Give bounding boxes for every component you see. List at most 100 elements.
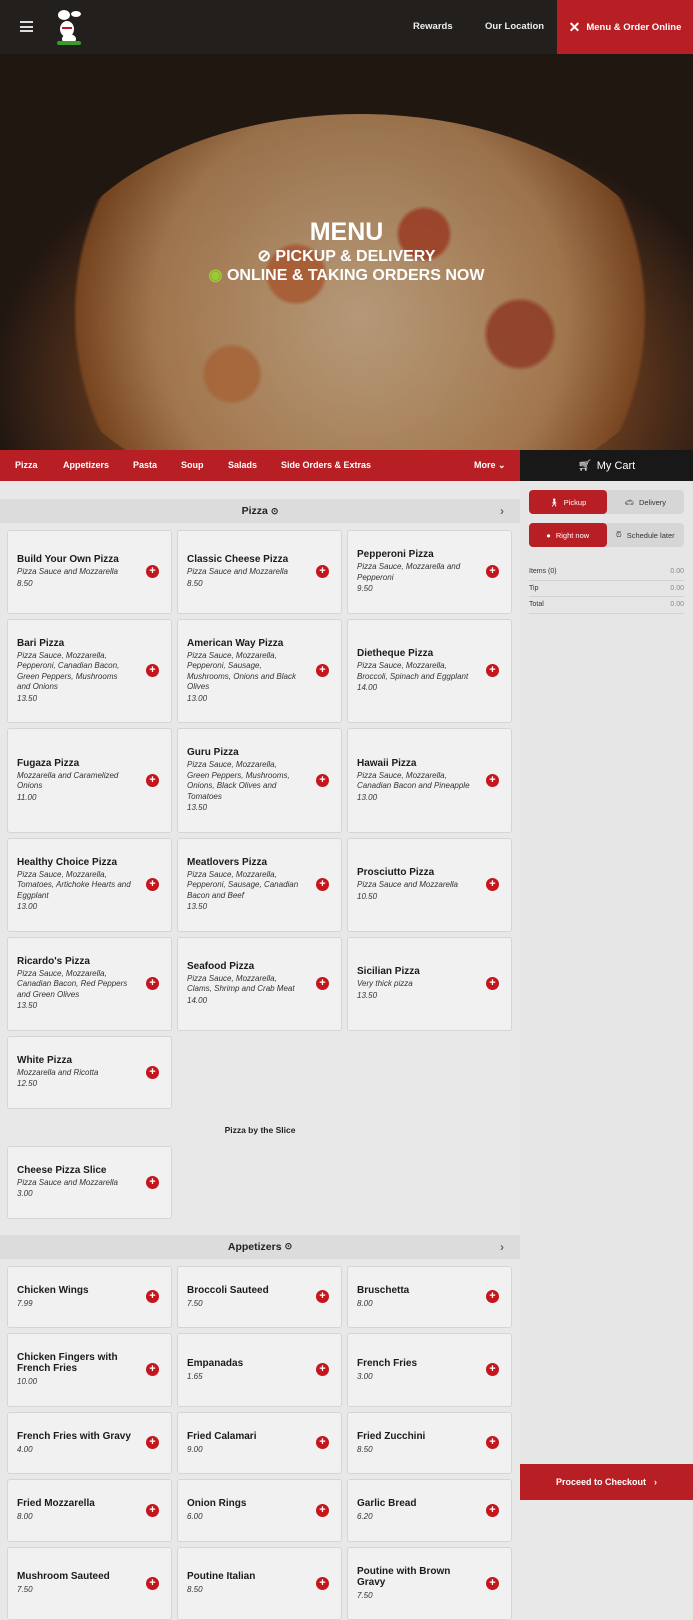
walking-icon: 🚶︎ [549, 498, 559, 507]
add-item-plus-icon[interactable]: + [146, 1290, 159, 1303]
menu-item-card[interactable]: Fugaza PizzaMozzarella and Caramelized O… [7, 728, 172, 833]
menu-item-card[interactable]: Cheese Pizza SlicePizza Sauce and Mozzar… [7, 1146, 172, 1219]
item-name: Fried Calamari [187, 1431, 301, 1442]
category-appetizers[interactable]: Appetizers [63, 460, 109, 470]
delivery-option[interactable]: 🚗︎Delivery [607, 490, 685, 514]
add-item-plus-icon[interactable]: + [316, 565, 329, 578]
add-item-plus-icon[interactable]: + [316, 664, 329, 677]
category-pasta[interactable]: Pasta [133, 460, 157, 470]
add-item-plus-icon[interactable]: + [316, 1363, 329, 1376]
menu-item-card[interactable]: Chicken Wings7.99+ [7, 1266, 172, 1329]
item-grid: Chicken Wings7.99+Broccoli Sauteed7.50+B… [0, 1259, 520, 1620]
nav-our-location[interactable]: Our Location [485, 21, 544, 32]
menu-item-card[interactable]: Healthy Choice PizzaPizza Sauce, Mozzare… [7, 838, 172, 932]
pickup-option[interactable]: 🚶︎Pickup [529, 490, 607, 514]
add-item-plus-icon[interactable]: + [146, 774, 159, 787]
item-description: Mozzarella and Caramelized Onions [17, 771, 131, 792]
add-item-plus-icon[interactable]: + [316, 1436, 329, 1449]
menu-item-card[interactable]: Fried Zucchini8.50+ [347, 1412, 512, 1475]
schedule-later-option[interactable]: ⏰︎Schedule later [607, 523, 685, 547]
add-item-plus-icon[interactable]: + [146, 1436, 159, 1449]
item-price: 1.65 [187, 1372, 301, 1383]
menu-item-card[interactable]: Build Your Own PizzaPizza Sauce and Mozz… [7, 530, 172, 614]
nav-rewards[interactable]: Rewards [413, 21, 453, 32]
menu-order-online-button[interactable]: ✕ Menu & Order Online [557, 0, 693, 54]
add-item-plus-icon[interactable]: + [486, 1504, 499, 1517]
menu-item-card[interactable]: Bari PizzaPizza Sauce, Mozzarella, Peppe… [7, 619, 172, 724]
add-item-plus-icon[interactable]: + [486, 878, 499, 891]
menu-item-card[interactable]: Chicken Fingers with French Fries10.00+ [7, 1333, 172, 1407]
add-item-plus-icon[interactable]: + [486, 1577, 499, 1590]
category-more[interactable]: More ⌄ [474, 460, 506, 471]
section-header[interactable]: Pizza⊙› [0, 499, 520, 523]
right-now-option[interactable]: ●Right now [529, 523, 607, 547]
item-price: 3.00 [357, 1372, 471, 1383]
add-item-plus-icon[interactable]: + [146, 1504, 159, 1517]
menu-item-card[interactable]: Meatlovers PizzaPizza Sauce, Mozzarella,… [177, 838, 342, 932]
menu-item-card[interactable]: Seafood PizzaPizza Sauce, Mozzarella, Cl… [177, 937, 342, 1031]
item-description: Pizza Sauce, Mozzarella, Pepperoni, Saus… [187, 651, 301, 693]
add-item-plus-icon[interactable]: + [146, 664, 159, 677]
hamburger-menu-icon[interactable] [20, 21, 33, 32]
item-name: French Fries with Gravy [17, 1431, 131, 1442]
menu-item-card[interactable]: Pepperoni PizzaPizza Sauce, Mozzarella a… [347, 530, 512, 614]
add-item-plus-icon[interactable]: + [486, 1436, 499, 1449]
cart-icon: 🛒︎ [578, 459, 592, 472]
menu-item-card[interactable]: White PizzaMozzarella and Ricotta12.50+ [7, 1036, 172, 1109]
menu-item-card[interactable]: Fried Calamari9.00+ [177, 1412, 342, 1475]
menu-item-card[interactable]: Hawaii PizzaPizza Sauce, Mozzarella, Can… [347, 728, 512, 833]
add-item-plus-icon[interactable]: + [146, 878, 159, 891]
add-item-plus-icon[interactable]: + [316, 1577, 329, 1590]
add-item-plus-icon[interactable]: + [316, 878, 329, 891]
section-header[interactable]: Appetizers⊙› [0, 1235, 520, 1259]
add-item-plus-icon[interactable]: + [146, 565, 159, 578]
proceed-to-checkout-button[interactable]: Proceed to Checkout› [520, 1464, 693, 1500]
add-item-plus-icon[interactable]: + [146, 1363, 159, 1376]
add-item-plus-icon[interactable]: + [486, 1363, 499, 1376]
item-price: 13.00 [357, 793, 471, 804]
menu-item-card[interactable]: Guru PizzaPizza Sauce, Mozzarella, Green… [177, 728, 342, 833]
chef-logo[interactable] [52, 7, 86, 47]
menu-item-card[interactable]: Broccoli Sauteed7.50+ [177, 1266, 342, 1329]
menu-item-card[interactable]: French Fries with Gravy4.00+ [7, 1412, 172, 1475]
menu-item-card[interactable]: Onion Rings6.00+ [177, 1479, 342, 1542]
chevron-right-icon[interactable]: › [500, 504, 504, 518]
item-name: Poutine Italian [187, 1571, 301, 1582]
add-item-plus-icon[interactable]: + [486, 774, 499, 787]
add-item-plus-icon[interactable]: + [146, 1577, 159, 1590]
menu-item-card[interactable]: Bruschetta8.00+ [347, 1266, 512, 1329]
add-item-plus-icon[interactable]: + [316, 977, 329, 990]
menu-item-card[interactable]: American Way PizzaPizza Sauce, Mozzarell… [177, 619, 342, 724]
menu-item-card[interactable]: Poutine Italian8.50+ [177, 1547, 342, 1620]
menu-item-card[interactable]: French Fries3.00+ [347, 1333, 512, 1407]
item-name: Ricardo's Pizza [17, 956, 131, 967]
fork-knife-icon: ✕ [569, 19, 581, 36]
menu-item-card[interactable]: Prosciutto PizzaPizza Sauce and Mozzarel… [347, 838, 512, 932]
item-description: Pizza Sauce and Mozzarella [357, 880, 471, 891]
menu-item-card[interactable]: Poutine with Brown Gravy7.50+ [347, 1547, 512, 1620]
chevron-right-icon[interactable]: › [500, 1240, 504, 1254]
item-grid: Build Your Own PizzaPizza Sauce and Mozz… [0, 523, 520, 1109]
category-pizza[interactable]: Pizza [15, 460, 38, 470]
add-item-plus-icon[interactable]: + [146, 1176, 159, 1189]
menu-item-card[interactable]: Ricardo's PizzaPizza Sauce, Mozzarella, … [7, 937, 172, 1031]
add-item-plus-icon[interactable]: + [486, 977, 499, 990]
menu-item-card[interactable]: Sicilian PizzaVery thick pizza13.50+ [347, 937, 512, 1031]
menu-item-card[interactable]: Fried Mozzarella8.00+ [7, 1479, 172, 1542]
menu-item-card[interactable]: Mushroom Sauteed7.50+ [7, 1547, 172, 1620]
add-item-plus-icon[interactable]: + [486, 565, 499, 578]
category-soup[interactable]: Soup [181, 460, 204, 470]
add-item-plus-icon[interactable]: + [146, 977, 159, 990]
menu-item-card[interactable]: Classic Cheese PizzaPizza Sauce and Mozz… [177, 530, 342, 614]
add-item-plus-icon[interactable]: + [146, 1066, 159, 1079]
menu-item-card[interactable]: Garlic Bread6.20+ [347, 1479, 512, 1542]
add-item-plus-icon[interactable]: + [316, 1504, 329, 1517]
category-salads[interactable]: Salads [228, 460, 257, 470]
category-side-orders[interactable]: Side Orders & Extras [281, 460, 371, 470]
add-item-plus-icon[interactable]: + [486, 1290, 499, 1303]
add-item-plus-icon[interactable]: + [316, 1290, 329, 1303]
menu-item-card[interactable]: Empanadas1.65+ [177, 1333, 342, 1407]
add-item-plus-icon[interactable]: + [316, 774, 329, 787]
menu-item-card[interactable]: Dietheque PizzaPizza Sauce, Mozzarella, … [347, 619, 512, 724]
add-item-plus-icon[interactable]: + [486, 664, 499, 677]
